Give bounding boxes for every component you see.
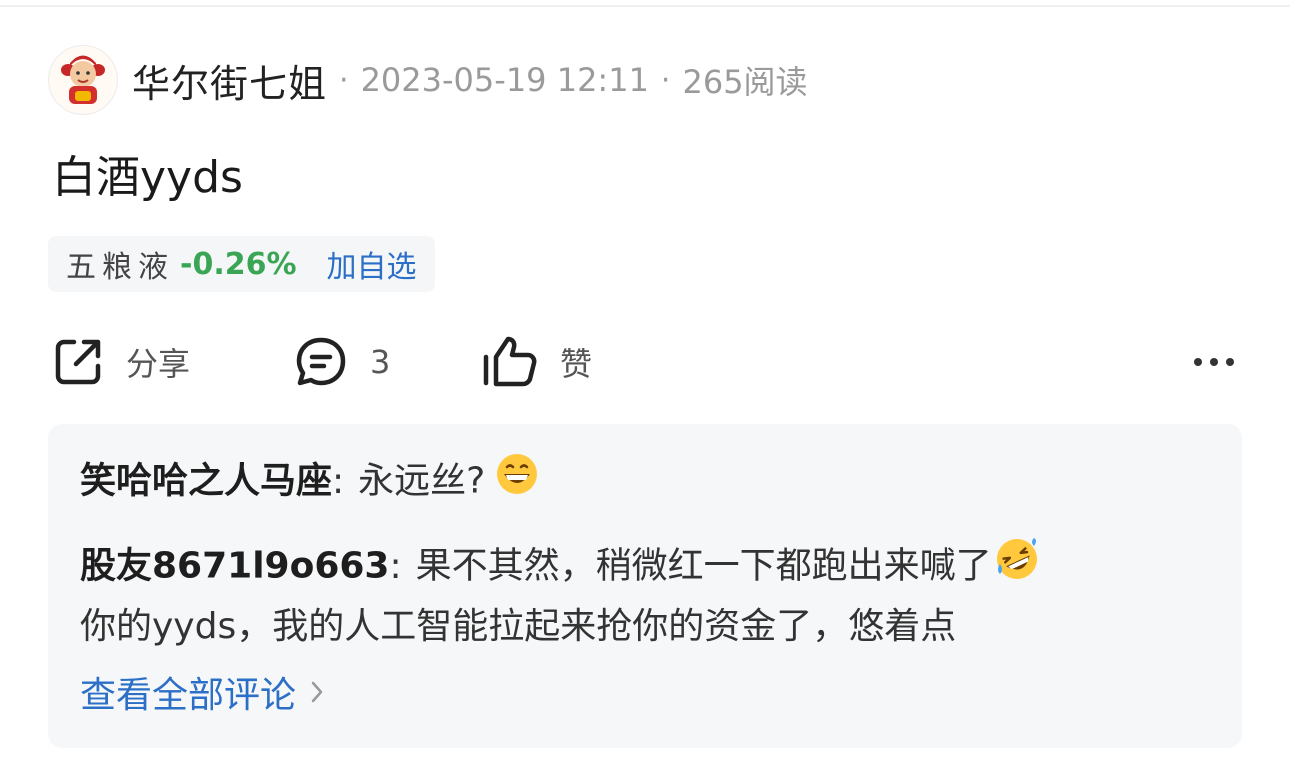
avatar-image — [61, 55, 105, 104]
comment-text: 果不其然，稍微红一下都跑出来喊了 — [415, 545, 992, 587]
share-icon — [55, 339, 101, 385]
stock-tag[interactable]: 五粮液 -0.26% 加自选 — [48, 236, 435, 292]
meta-separator: · — [339, 62, 349, 98]
thumbs-up-icon — [483, 336, 537, 387]
comment-icon — [296, 337, 346, 386]
comment-text: 永远丝? — [358, 460, 486, 502]
post-header: 华尔街七姐 · 2023-05-19 12:11 · 265阅读 — [48, 44, 808, 116]
more-dot-icon — [1226, 358, 1234, 366]
meta-separator: · — [660, 62, 671, 98]
grinning-face-icon — [495, 452, 539, 513]
like-button[interactable]: 赞 — [482, 330, 592, 394]
rolling-laughing-face-icon — [994, 536, 1040, 599]
comment-text-continued: 你的yyds，我的人工智能拉起来抢你的资金了，悠着点 — [80, 606, 957, 647]
more-dot-icon — [1194, 358, 1202, 366]
post-content: 白酒yyds — [52, 152, 243, 203]
stock-change: -0.26% — [180, 246, 297, 282]
view-all-comments-link[interactable]: 查看全部评论 — [80, 666, 324, 718]
view-all-label: 查看全部评论 — [80, 675, 297, 716]
add-to-watchlist-button[interactable]: 加自选 — [327, 242, 417, 286]
comment-colon: : — [332, 460, 345, 502]
read-count: 265阅读 — [682, 63, 808, 101]
comment-username[interactable]: 股友8671l9o663 — [80, 546, 389, 587]
post-date: 2023-05-19 12:11 — [360, 61, 649, 99]
comment-username[interactable]: 笑哈哈之人马座 — [80, 461, 332, 502]
share-label: 分享 — [126, 345, 191, 383]
stock-name[interactable]: 五粮液 — [66, 242, 174, 286]
share-button[interactable]: 分享 — [52, 330, 190, 394]
more-dot-icon — [1210, 358, 1218, 366]
author-name[interactable]: 华尔街七姐 — [132, 53, 327, 108]
more-options-button[interactable] — [1174, 330, 1234, 394]
action-bar: 分享 3 赞 — [52, 330, 1242, 394]
comment-item[interactable]: 股友8671l9o663: 果不其然，稍微红一下都跑出来喊了 你的yyds，我的人… — [80, 536, 1202, 655]
comment-count: 3 — [370, 343, 391, 381]
comment-colon: : — [389, 545, 402, 587]
like-label: 赞 — [560, 345, 593, 383]
top-divider — [0, 5, 1290, 7]
comments-preview: 笑哈哈之人马座: 永远丝? 股友8671l9o663: 果不其然，稍微红一下都跑出来… — [48, 424, 1242, 748]
avatar[interactable] — [48, 45, 118, 115]
comment-button[interactable]: 3 — [294, 330, 390, 394]
comment-item[interactable]: 笑哈哈之人马座: 永远丝? — [80, 452, 1202, 513]
chevron-right-icon — [311, 681, 323, 703]
